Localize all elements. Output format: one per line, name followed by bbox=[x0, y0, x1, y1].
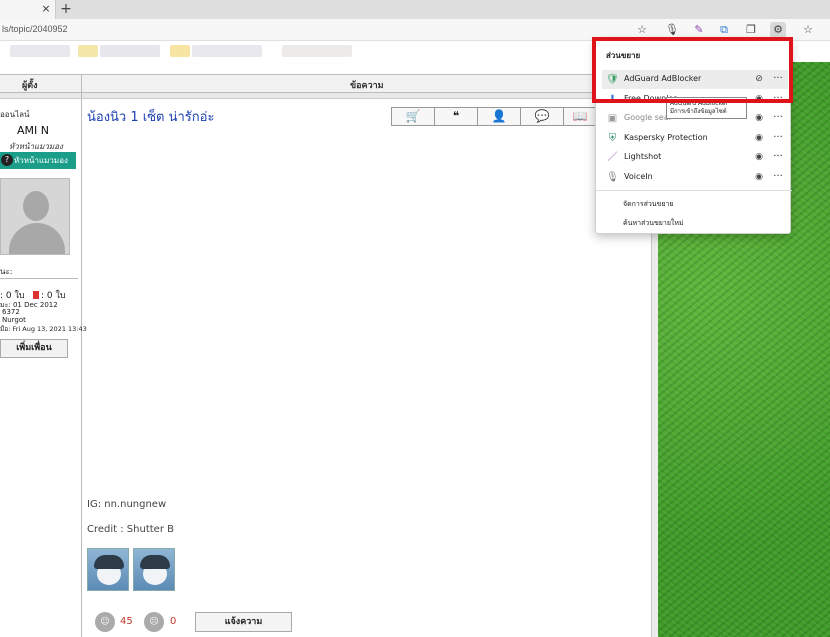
user-badge: ? หัวหน้าแมวมอง bbox=[0, 152, 76, 169]
column-divider bbox=[81, 74, 82, 637]
manage-extensions-link[interactable]: จัดการส่วนขยาย bbox=[623, 199, 673, 210]
avatar-head-shape bbox=[23, 191, 49, 221]
sticker-hair bbox=[140, 555, 170, 569]
credit-line: Credit : Shutter B bbox=[87, 524, 174, 535]
sticker-row bbox=[87, 548, 175, 591]
extension-item-kaspersky[interactable]: ⛨ Kaspersky Protection ◉ ··· bbox=[602, 129, 788, 148]
favorite-star-icon[interactable]: ☆ bbox=[634, 22, 650, 38]
username[interactable]: AMI N bbox=[17, 124, 49, 137]
blurred-bookmark bbox=[282, 45, 352, 57]
kaspersky-icon: ⛨ bbox=[608, 133, 617, 144]
blurred-bookmark bbox=[10, 45, 70, 57]
collections-icon[interactable]: ❐ bbox=[743, 22, 759, 38]
badge-label: หัวหน้าแมวมอง bbox=[14, 156, 68, 165]
cart-icon[interactable]: 🛒 bbox=[391, 107, 434, 126]
online-status: ออนไลน์ bbox=[0, 110, 30, 119]
url-text[interactable]: ls/topic/2040952 bbox=[2, 24, 68, 34]
message-icon[interactable]: 💬 bbox=[520, 107, 563, 126]
microphone-icon[interactable]: 🎙 bbox=[664, 22, 680, 38]
sticker-image bbox=[133, 548, 175, 591]
extension-item-voicein[interactable]: 🎙 VoiceIn ◉ ··· bbox=[602, 168, 788, 187]
report-button[interactable]: แจ้งความ bbox=[195, 612, 292, 632]
blurred-bookmark bbox=[170, 45, 190, 57]
highlight-box bbox=[592, 37, 793, 103]
profile-icon[interactable]: 👤 bbox=[477, 107, 520, 126]
blurred-bookmark bbox=[100, 45, 160, 57]
header-divider bbox=[0, 93, 652, 99]
badge-icon: ? bbox=[1, 154, 13, 166]
post-count: 6372 bbox=[2, 308, 20, 316]
find-extensions-link[interactable]: ค้นหาส่วนขยายใหม่ bbox=[623, 218, 684, 229]
last-visit: มือ: Fri Aug 13, 2021 13:43 bbox=[0, 325, 87, 333]
eye-icon[interactable]: ◉ bbox=[752, 171, 766, 184]
tab-strip: × + bbox=[0, 0, 830, 19]
avatar[interactable] bbox=[0, 178, 70, 255]
profile-section-label: นะ: bbox=[0, 267, 13, 276]
post-title: น้องนิว 1 เซ็ต น่ารักอ่ะ bbox=[87, 110, 215, 125]
sticker-hair bbox=[94, 555, 124, 569]
popup-divider bbox=[596, 190, 792, 191]
table-header: ผู้ตั้ง ข้อความ bbox=[0, 74, 652, 93]
new-tab-icon[interactable]: + bbox=[58, 1, 74, 17]
like-icon[interactable]: ☺ bbox=[95, 612, 115, 632]
close-tab-icon[interactable]: × bbox=[39, 2, 53, 16]
more-options-icon[interactable]: ··· bbox=[771, 150, 785, 163]
more-options-icon[interactable]: ··· bbox=[771, 170, 785, 183]
pen-icon[interactable]: ✎ bbox=[691, 22, 707, 38]
quote-icon[interactable]: ❝ bbox=[434, 107, 477, 126]
ig-line: IG: nn.nungnew bbox=[87, 499, 167, 510]
browser-tab[interactable]: × bbox=[0, 0, 56, 19]
blurred-bookmark bbox=[78, 45, 98, 57]
extension-item-lightshot[interactable]: ／ Lightshot ◉ ··· bbox=[602, 148, 788, 167]
user-type: Nurgot bbox=[2, 316, 26, 324]
copy-icon[interactable]: ⧉ bbox=[716, 22, 732, 38]
microphone-icon: 🎙 bbox=[606, 172, 619, 183]
eye-icon[interactable]: ◉ bbox=[752, 151, 766, 164]
extension-name: VoiceIn bbox=[624, 172, 653, 181]
extension-name: Kaspersky Protection bbox=[624, 133, 708, 142]
post-action-bar: 🛒 ❝ 👤 💬 📖 bbox=[391, 107, 596, 126]
profile-divider bbox=[0, 278, 78, 279]
more-options-icon[interactable]: ··· bbox=[771, 131, 785, 144]
eye-icon[interactable]: ◉ bbox=[752, 112, 766, 125]
dislike-icon[interactable]: ☹ bbox=[144, 612, 164, 632]
book-icon[interactable]: 📖 bbox=[563, 107, 596, 126]
extension-name: Google sear bbox=[624, 113, 673, 122]
tooltip-line: มีการเข้าถึงข้อมูลไซต์ bbox=[670, 108, 727, 115]
forum-page: ผู้ตั้ง ข้อความ ออนไลน์ AMI N หัวหน้าแมว… bbox=[0, 62, 652, 637]
lightshot-pen-icon: ／ bbox=[607, 152, 618, 163]
red-card-icon bbox=[33, 291, 39, 299]
avatar-body-shape bbox=[9, 223, 65, 254]
favorites-bar-icon[interactable]: ☆ bbox=[800, 22, 816, 38]
dislike-count: 0 bbox=[170, 616, 177, 627]
add-friend-button[interactable]: เพิ่มเพื่อน bbox=[0, 339, 68, 358]
sticker-image bbox=[87, 548, 129, 591]
more-options-icon[interactable]: ··· bbox=[771, 111, 785, 124]
author-column-header: ผู้ตั้ง bbox=[22, 81, 38, 91]
google-search-icon: ▣ bbox=[607, 113, 618, 124]
extension-name: Lightshot bbox=[624, 152, 662, 161]
eye-icon[interactable]: ◉ bbox=[752, 132, 766, 145]
message-column-header: ข้อความ bbox=[350, 81, 384, 91]
like-count: 45 bbox=[120, 616, 133, 627]
blurred-bookmark bbox=[192, 45, 262, 57]
extensions-icon[interactable]: ⚙ bbox=[770, 22, 786, 38]
